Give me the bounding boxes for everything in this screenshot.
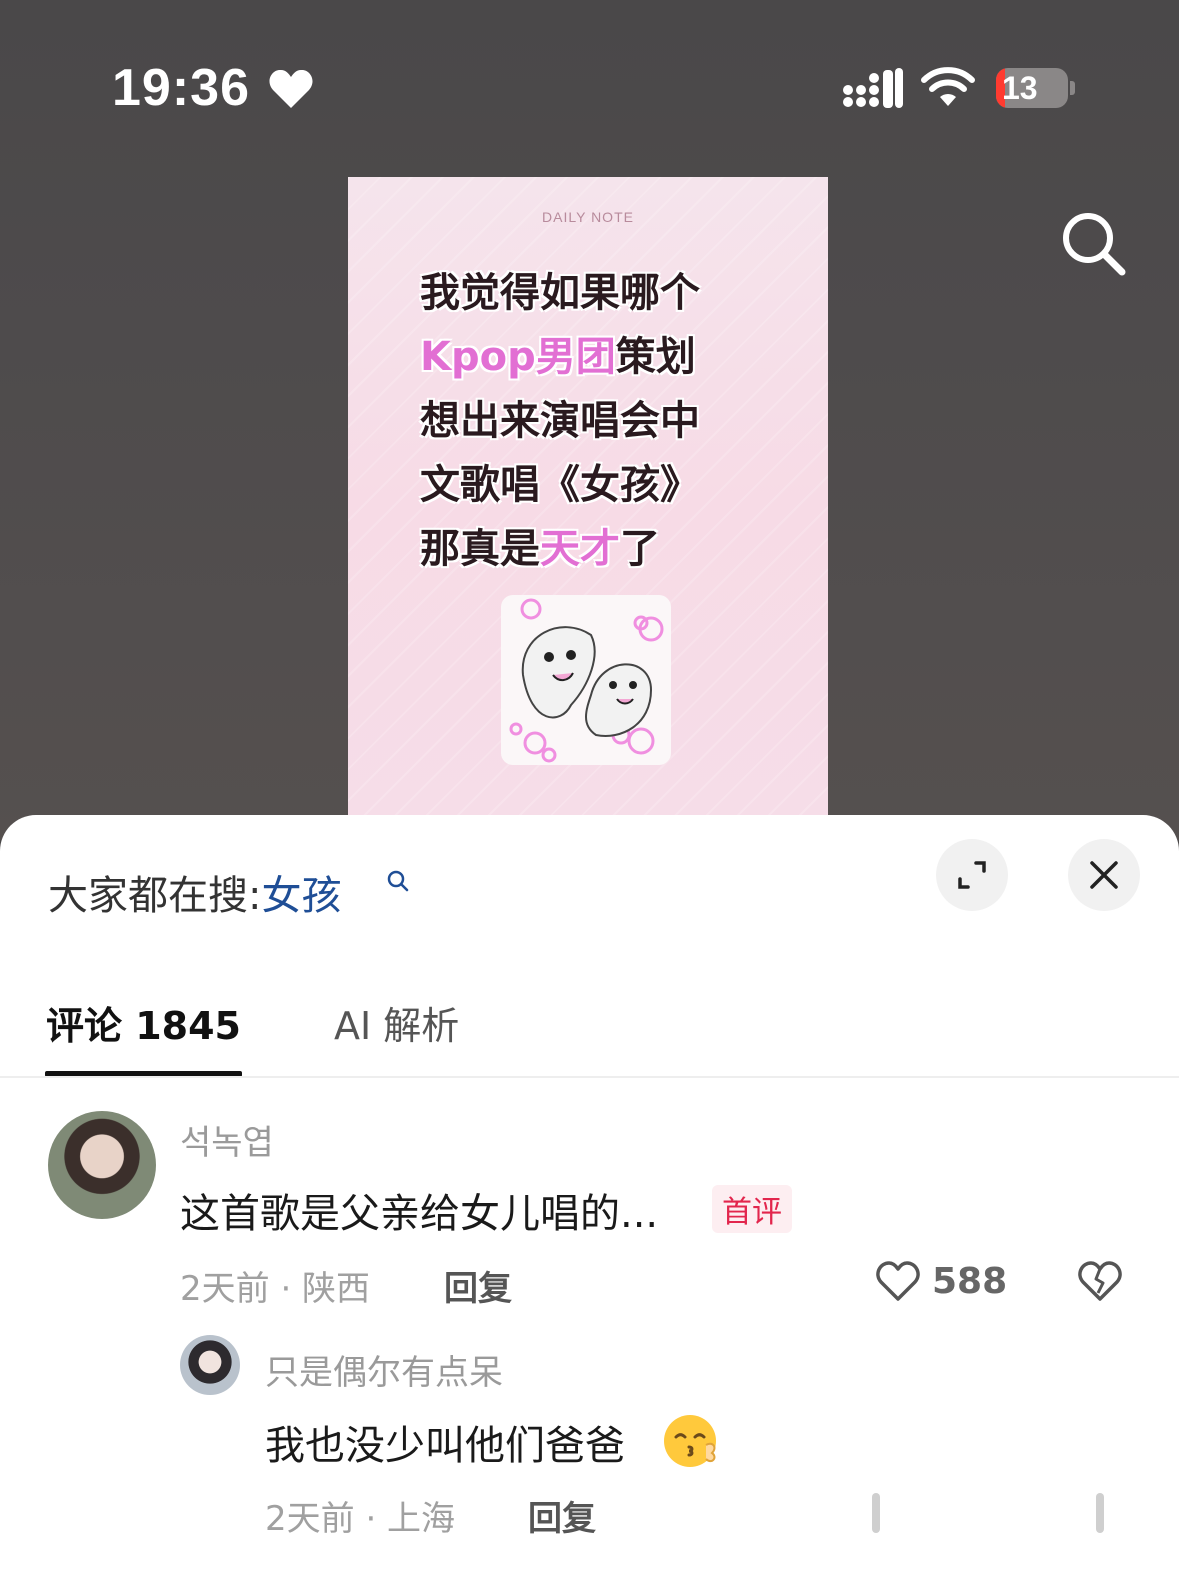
reply-button[interactable]: 回复 [444,1261,512,1310]
search-hint-prefix: 大家都在搜: [48,873,262,919]
status-time: 19:36 [112,59,250,117]
battery-percent: 13 [1002,70,1038,106]
heart-icon [269,69,313,108]
tab-comments[interactable]: 评论 1845 [46,995,241,1050]
cat-sticker-image [501,595,671,765]
card-text-line: 那真是天才了 [420,517,800,581]
card-text-segment: 策划 [615,334,696,380]
like-count: 588 [932,1261,1008,1302]
comment-username[interactable]: 只是偶尔有点呆 [265,1345,503,1394]
expand-icon [958,861,986,889]
card-text-segment: 想出来演唱会中 [420,398,700,444]
comment-username[interactable]: 석녹엽 [180,1115,274,1164]
heart-outline-icon[interactable] [874,1259,922,1303]
broken-heart-icon[interactable] [1076,1259,1124,1303]
card-text-line: 想出来演唱会中 [420,389,800,453]
card-text-line: Kpop男团策划 [420,325,800,389]
comment-meta: 2天前 · 上海 [265,1499,456,1539]
trending-search-hint[interactable]: 大家都在搜:女孩 [48,863,341,921]
card-text: 我觉得如果哪个 Kpop男团策划 想出来演唱会中 文歌唱《女孩》 那真是天才了 [420,261,800,581]
avatar[interactable] [48,1111,156,1219]
highlighted-text: Kpop男团 [420,334,616,380]
card-text-line: 我觉得如果哪个 [420,261,800,325]
comment-text[interactable]: 我也没少叫他们爸爸 [265,1413,625,1471]
wifi-icon [921,67,975,106]
card-text-segment: 文歌唱《女孩》 [420,462,700,508]
comment-meta: 2天前 · 陕西 [180,1269,371,1309]
tab-divider [0,1076,1179,1078]
kissing-face-emoji-icon [664,1415,716,1467]
card-text-segment: 那真是 [420,526,540,572]
scroll-indicator [872,1493,880,1533]
close-button[interactable] [1068,839,1140,911]
small-search-icon [387,870,409,892]
highlighted-text: 天才 [540,526,620,572]
first-comment-badge: 首评 [712,1185,792,1233]
search-hint-keyword[interactable]: 女孩 [261,873,341,919]
battery-nub [1070,81,1075,95]
card-text-segment: 了 [620,526,660,572]
scroll-indicator [1096,1493,1104,1533]
card-header: DAILY NOTE [542,209,634,225]
signal-dots-icon [843,68,903,108]
post-image-card[interactable]: DAILY NOTE 我觉得如果哪个 Kpop男团策划想出来演唱会中 文歌唱《女孩》… [348,177,828,827]
battery-indicator: 13 [996,68,1076,108]
avatar[interactable] [180,1335,240,1395]
close-icon [1090,861,1118,889]
comments-sheet: 大家都在搜:女孩 评论 1845 AI 解析 석녹엽 这首歌是父亲给女儿唱的..… [0,815,1179,1573]
comment-text[interactable]: 这首歌是父亲给女儿唱的... [180,1181,658,1239]
card-text-line: 文歌唱《女孩》 [420,453,800,517]
search-icon[interactable] [1058,208,1128,278]
expand-button[interactable] [936,839,1008,911]
card-text-segment: 我觉得如果哪个 [420,270,700,316]
tab-ai-analysis[interactable]: AI 解析 [334,995,459,1050]
reply-button[interactable]: 回复 [528,1491,596,1540]
